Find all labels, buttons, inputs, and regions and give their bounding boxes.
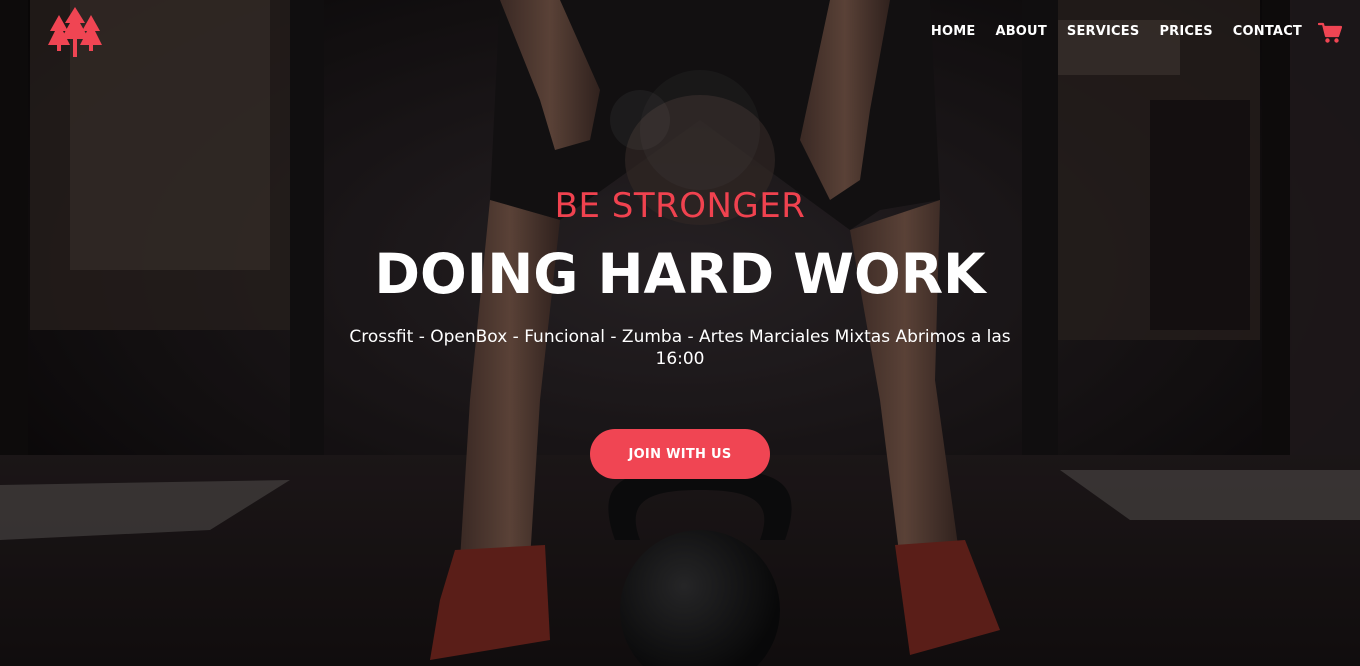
nav-item-prices[interactable]: PRICES [1159,24,1212,39]
nav-item-services[interactable]: SERVICES [1067,24,1140,39]
nav-item-home[interactable]: HOME [931,24,976,39]
hero-headline: DOING HARD WORK [374,242,986,306]
trees-logo-icon[interactable] [47,7,103,57]
hero-section: HOME ABOUT SERVICES PRICES CONTACT BE ST… [0,0,1360,666]
hero-tagline: BE STRONGER [554,186,806,226]
nav-menu: HOME ABOUT SERVICES PRICES CONTACT [931,24,1302,39]
shopping-cart-icon[interactable] [1318,22,1342,44]
nav-item-contact[interactable]: CONTACT [1233,24,1302,39]
hero-subtitle: Crossfit - OpenBox - Funcional - Zumba -… [349,327,1011,369]
top-navigation: HOME ABOUT SERVICES PRICES CONTACT [0,0,1360,66]
nav-item-about[interactable]: ABOUT [995,24,1046,39]
join-with-us-button[interactable]: JOIN WITH US [590,429,770,479]
